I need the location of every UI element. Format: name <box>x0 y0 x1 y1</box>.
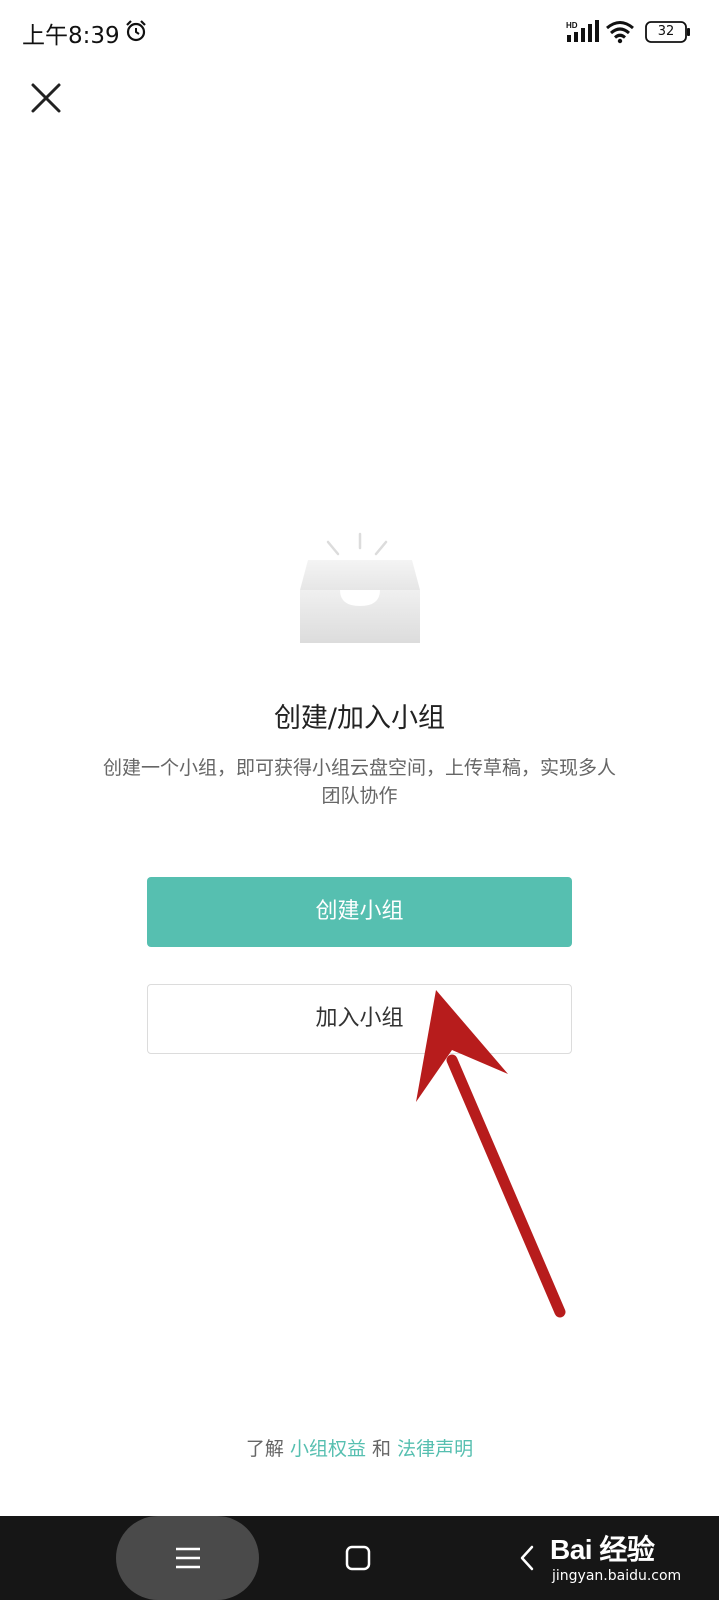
join-group-button[interactable]: 加入小组 <box>147 984 572 1054</box>
nav-menu-button[interactable] <box>116 1516 259 1600</box>
legal-statement-link[interactable]: 法律声明 <box>397 1438 473 1460</box>
close-button[interactable] <box>26 78 66 118</box>
watermark-brand: Bai 经验 <box>550 1534 655 1565</box>
back-icon[interactable] <box>518 1544 536 1572</box>
menu-icon <box>176 1547 200 1569</box>
group-benefits-link[interactable]: 小组权益 <box>290 1438 366 1460</box>
alarm-icon <box>126 20 146 42</box>
empty-tray-icon <box>300 532 420 643</box>
home-icon[interactable] <box>345 1545 371 1571</box>
footer-conjunction: 和 <box>372 1438 392 1460</box>
watermark-url: jingyan.baidu.com <box>552 1568 682 1584</box>
close-icon <box>31 83 61 113</box>
status-time: 上午8:39 <box>22 23 120 49</box>
signal-icon: HD <box>566 20 599 42</box>
status-bar: 上午8:39 HD 32 <box>0 0 719 64</box>
create-group-button[interactable]: 创建小组 <box>147 877 572 947</box>
battery-level: 32 <box>657 24 675 39</box>
description-text: 创建一个小组，即可获得小组云盘空间，上传草稿，实现多人团队协作 <box>102 757 616 807</box>
page-title: 创建/加入小组 <box>273 703 446 734</box>
network-label: HD <box>566 21 578 30</box>
watermark: Bai 经验 jingyan.baidu.com <box>550 1522 710 1594</box>
wifi-icon <box>606 21 634 44</box>
footer-prefix: 了解 <box>245 1438 284 1460</box>
footer-links: 了解 小组权益 和 法律声明 <box>0 1434 719 1461</box>
